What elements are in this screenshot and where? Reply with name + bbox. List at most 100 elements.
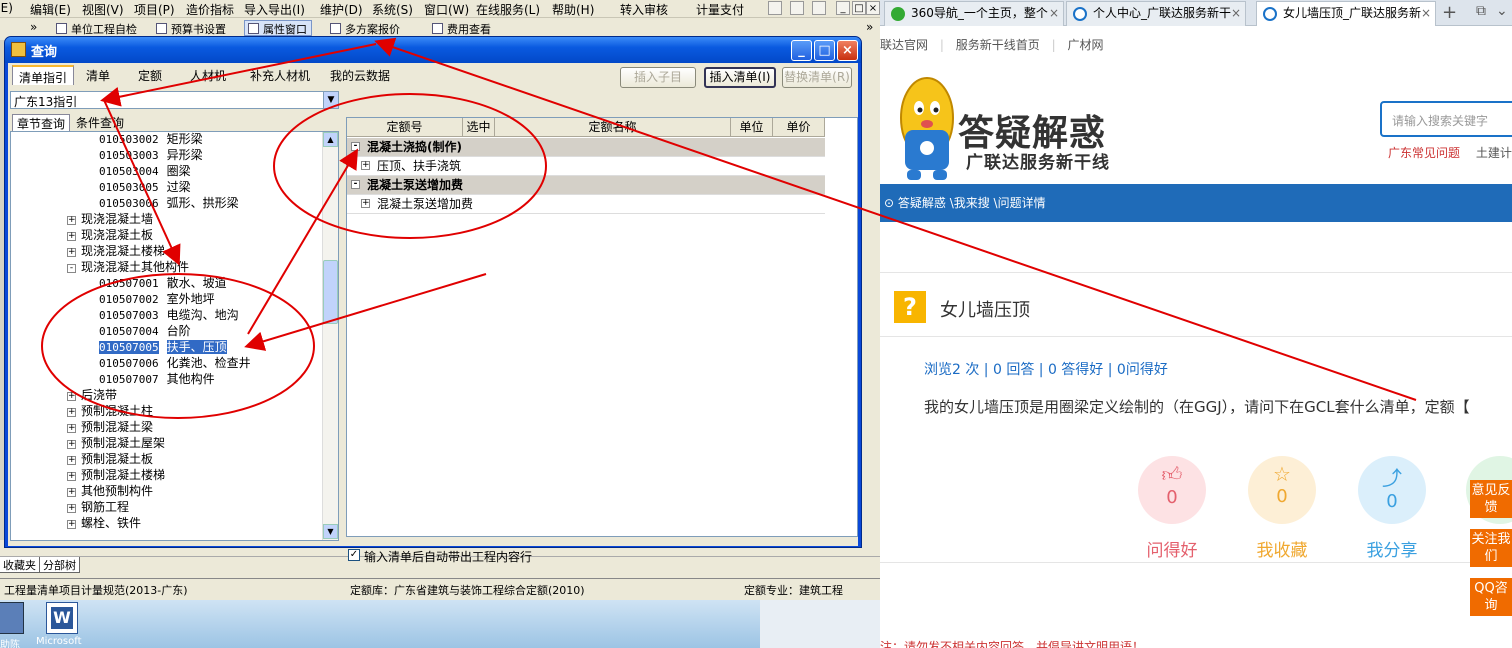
toolbar-overflow-icon[interactable]: »	[30, 20, 37, 34]
chevron-down-icon[interactable]: ⌄	[1496, 3, 1508, 19]
grid-group-row[interactable]: - 混凝土浇捣(制作)	[347, 138, 825, 157]
feedback-button[interactable]: 意见反馈	[1470, 480, 1512, 518]
tree-group-item[interactable]: + 预制混凝土梁	[67, 420, 153, 436]
tab-cloud-data[interactable]: 我的云数据	[324, 65, 396, 85]
browser-tab[interactable]: 个人中心_广联达服务新干 ×	[1066, 1, 1246, 26]
cost-view-button[interactable]: 费用查看	[428, 20, 496, 36]
browser-tab[interactable]: 360导航_一个主页，整个 ×	[884, 1, 1064, 26]
menu-audit[interactable]: 转入审核	[620, 1, 668, 18]
tree-group-item[interactable]: + 其他预制构件	[67, 484, 153, 500]
tree-leaf-item[interactable]: 010507005 扶手、压顶	[99, 340, 227, 356]
tree-group-item[interactable]: + 现浇混凝土墙	[67, 212, 153, 228]
tree-leaf-item[interactable]: 010503005 过梁	[99, 180, 191, 196]
tree-group-item[interactable]: - 现浇混凝土其他构件	[67, 260, 189, 276]
tree-group-item[interactable]: + 现浇混凝土楼梯	[67, 244, 165, 260]
tree-leaf-item[interactable]: 010507006 化粪池、检查井	[99, 356, 251, 372]
budget-settings-button[interactable]: 预算书设置	[152, 20, 231, 36]
expand-icon[interactable]: +	[67, 408, 76, 417]
property-window-button[interactable]: 属性窗口	[244, 20, 312, 36]
toolbar-overflow-icon[interactable]: »	[866, 20, 873, 34]
expand-icon[interactable]: +	[67, 472, 76, 481]
tab-labor-material[interactable]: 人材机	[184, 65, 232, 85]
tree-group-item[interactable]: + 预制混凝土楼梯	[67, 468, 165, 484]
chevron-down-icon[interactable]: ▼	[323, 92, 338, 108]
tab-list-guide[interactable]: 清单指引	[12, 65, 75, 85]
search-input[interactable]: 请输入搜索关键字	[1380, 101, 1512, 137]
nav-link[interactable]: 联达官网	[880, 38, 928, 52]
expand-icon[interactable]: +	[361, 161, 370, 170]
collapse-icon[interactable]: -	[351, 142, 360, 151]
tree-group-item[interactable]: + 螺栓、铁件	[67, 516, 141, 532]
toolbar-icon[interactable]	[812, 1, 826, 15]
expand-icon[interactable]: +	[67, 392, 76, 401]
tree-leaf-item[interactable]: 010503006 弧形、拱形梁	[99, 196, 239, 212]
minimize-icon[interactable]: _	[791, 40, 812, 61]
tree-scrollbar[interactable]: ▲ ▼	[322, 132, 338, 540]
expand-icon[interactable]: +	[67, 504, 76, 513]
expand-icon[interactable]: +	[361, 199, 370, 208]
menu-import-export[interactable]: 导入导出(I)	[244, 1, 305, 18]
tab-chapter-query[interactable]: 章节查询	[12, 114, 71, 131]
share-label[interactable]: 我分享	[1347, 536, 1437, 561]
tree-leaf-item[interactable]: 010507007 其他构件	[99, 372, 215, 388]
tree-leaf-item[interactable]: 010507004 台阶	[99, 324, 191, 340]
expand-icon[interactable]: +	[67, 424, 76, 433]
follow-button[interactable]: 关注我们	[1470, 529, 1512, 567]
qq-button[interactable]: QQ咨询	[1470, 578, 1512, 616]
grid-row[interactable]: + 混凝土泵送增加费	[347, 195, 825, 214]
toolbar-icon[interactable]	[790, 1, 804, 15]
tree-group-item[interactable]: + 预制混凝土柱	[67, 404, 153, 420]
scroll-down-icon[interactable]: ▼	[323, 524, 338, 539]
col-price[interactable]: 单价	[773, 118, 825, 137]
menu-project[interactable]: 项目(P)	[134, 1, 175, 18]
close-icon[interactable]: ×	[1049, 2, 1059, 24]
close-icon[interactable]: ×	[1421, 2, 1431, 24]
scroll-thumb[interactable]	[323, 260, 338, 324]
close-icon[interactable]: ×	[837, 40, 858, 61]
expand-icon[interactable]: +	[67, 520, 76, 529]
replace-list-button[interactable]: 替换清单(R)	[782, 67, 852, 88]
close-icon[interactable]: ×	[1231, 2, 1241, 24]
menu-online[interactable]: 在线服务(L)	[476, 1, 540, 18]
expand-icon[interactable]: +	[67, 488, 76, 497]
nav-link[interactable]: 广材网	[1067, 38, 1103, 52]
grid-row[interactable]: + 压顶、扶手浇筑	[347, 157, 825, 176]
like-question-button[interactable]: 👍︎ 0	[1138, 456, 1206, 524]
col-selected[interactable]: 选中	[463, 118, 495, 137]
share-button[interactable]: ⤴ 0	[1358, 456, 1426, 524]
tree-group-item[interactable]: + 预制混凝土板	[67, 452, 153, 468]
restore-icon[interactable]: □	[852, 1, 866, 15]
nav-link[interactable]: 服务新干线首页	[956, 38, 1040, 52]
expand-icon[interactable]: +	[67, 232, 76, 241]
toolbar-icon[interactable]	[768, 1, 782, 15]
scroll-up-icon[interactable]: ▲	[323, 132, 338, 147]
tree-group-item[interactable]: + 后浇带	[67, 388, 117, 404]
favorite-button[interactable]: ☆ 0	[1248, 456, 1316, 524]
tab-quota[interactable]: 定额	[132, 65, 168, 85]
tree-group-item[interactable]: + 钢筋工程	[67, 500, 129, 516]
tree-group-item[interactable]: + 现浇混凝土板	[67, 228, 153, 244]
expand-icon[interactable]: +	[67, 248, 76, 257]
expand-icon[interactable]: +	[67, 456, 76, 465]
expand-icon[interactable]: +	[67, 216, 76, 225]
tree-leaf-item[interactable]: 010503002 矩形梁	[99, 132, 203, 148]
tab-supplement[interactable]: 补充人材机	[244, 65, 316, 85]
tree-leaf-item[interactable]: 010507003 电缆沟、地沟	[99, 308, 239, 324]
menu-view[interactable]: 视图(V)	[82, 1, 124, 18]
multi-plan-button[interactable]: 多方案报价	[326, 20, 405, 36]
guide-library-select[interactable]: 广东13指引 ▼	[10, 91, 339, 109]
tab-favorites[interactable]: 收藏夹	[0, 557, 40, 573]
tree-leaf-item[interactable]: 010503004 圈梁	[99, 164, 191, 180]
insert-list-button[interactable]: 插入清单(I)	[704, 67, 776, 88]
favorite-label[interactable]: 我收藏	[1237, 536, 1327, 561]
checkbox[interactable]: ✓	[348, 549, 360, 561]
dialog-titlebar[interactable]: 查询 _ □ ×	[5, 37, 861, 63]
menu-help[interactable]: 帮助(H)	[552, 1, 594, 18]
menu-system[interactable]: 系统(S)	[372, 1, 413, 18]
breadcrumb[interactable]: 答疑解惑 \我来搜 \问题详情	[898, 196, 1046, 210]
grid-group-row[interactable]: - 混凝土泵送增加费	[347, 176, 825, 195]
insert-child-button[interactable]: 插入子目	[620, 67, 696, 88]
col-quota-no[interactable]: 定额号	[347, 118, 463, 137]
menu-edit[interactable]: 编辑(E)	[30, 1, 71, 18]
desktop-app-icon[interactable]	[0, 602, 24, 634]
